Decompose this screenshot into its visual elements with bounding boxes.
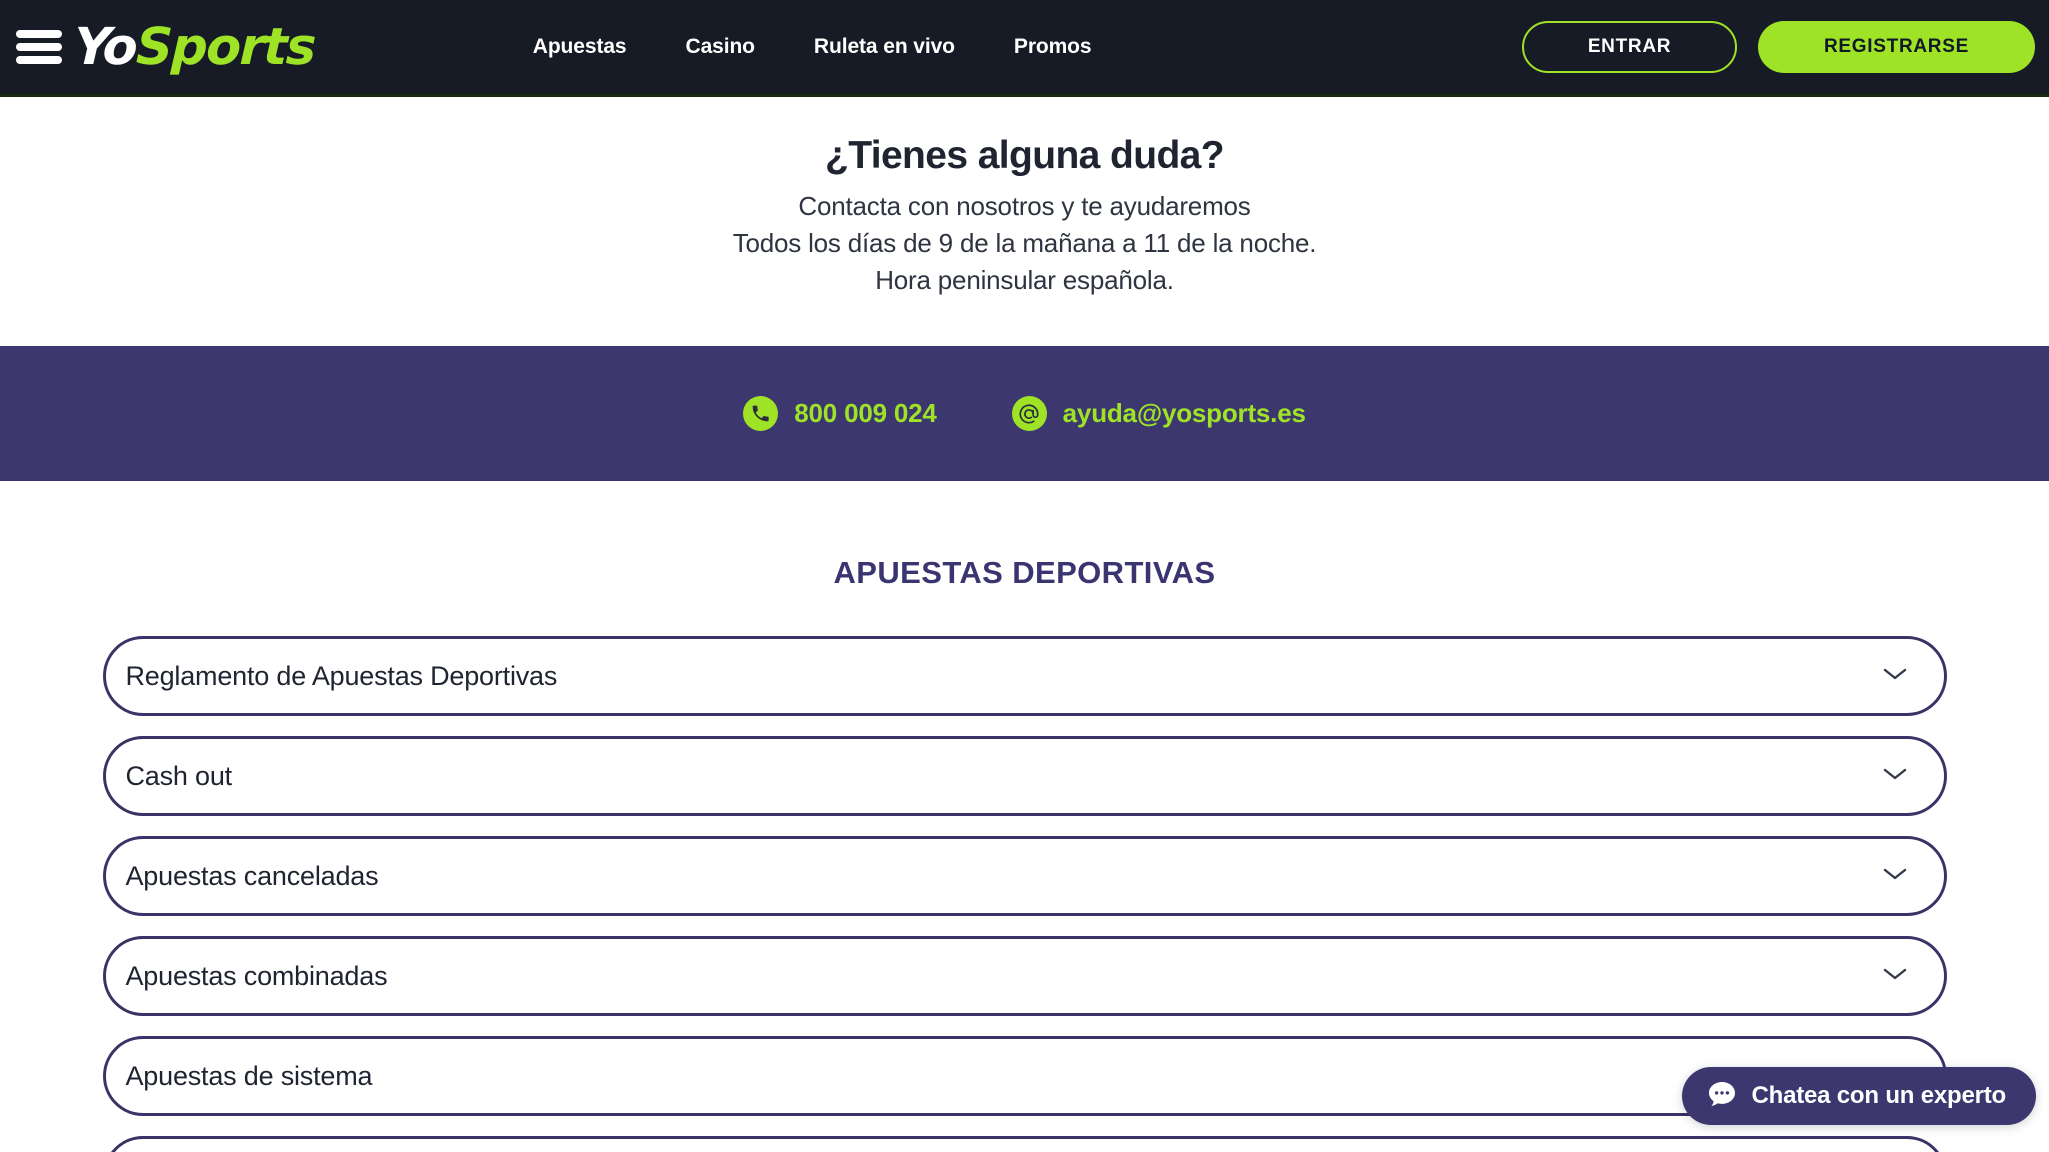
intro-line-3: Hora peninsular española. [875,265,1174,296]
contact-email[interactable]: ayuda@yosports.es [1011,396,1306,432]
logo-text-sports: Sports [135,17,316,77]
register-button[interactable]: REGISTRARSE [1758,21,2035,73]
faq-section-title: APUESTAS DEPORTIVAS [833,555,1216,591]
contact-bar: 800 009 024 ayuda@yosports.es [0,346,2049,482]
nav-item-apuestas[interactable]: Apuestas [533,35,627,59]
phone-icon [743,396,779,432]
chevron-down-icon[interactable] [1882,866,1908,887]
chevron-down-icon[interactable] [1882,666,1908,687]
faq-item-label: Cash out [125,760,233,791]
faq-item-label: Apuestas combinadas [125,960,388,991]
chat-bubble-icon [1708,1081,1736,1112]
chat-widget-label: Chatea con un experto [1751,1082,2006,1109]
contact-email-value: ayuda@yosports.es [1062,398,1306,429]
faq-item-reglamento-de-apuestas-deportivas[interactable]: Reglamento de Apuestas Deportivas [102,636,1947,717]
faq-item-partial-next[interactable] [102,1136,1947,1152]
chat-widget-button[interactable]: Chatea con un experto [1682,1067,2036,1125]
nav-item-casino[interactable]: Casino [686,35,756,59]
hamburger-bar-1 [16,30,62,38]
contact-phone[interactable]: 800 009 024 [743,396,937,432]
faq-item-apuestas-canceladas[interactable]: Apuestas canceladas [102,836,1947,917]
at-sign-icon [1011,396,1047,432]
hamburger-menu-icon[interactable] [16,30,62,64]
intro-line-1: Contacta con nosotros y te ayudaremos [798,190,1251,221]
intro-section: ¿Tienes alguna duda? Contacta con nosotr… [0,97,2049,300]
logo-text-yo: Yo [72,17,138,77]
faq-item-label: Apuestas canceladas [125,860,379,891]
faq-item-label: Apuestas de sistema [125,1060,373,1091]
faq-section: APUESTAS DEPORTIVAS Reglamento de Apuest… [0,481,2049,1152]
main-navigation: Apuestas Casino Ruleta en vivo Promos [533,35,1092,59]
page-title: ¿Tienes alguna duda? [824,134,1225,177]
contact-phone-value: 800 009 024 [794,398,937,429]
faq-accordion-list: Reglamento de Apuestas Deportivas Cash o… [102,636,1947,1152]
faq-item-cash-out[interactable]: Cash out [102,736,1947,817]
header-actions: ENTRAR REGISTRARSE [1522,21,2035,73]
intro-line-2: Todos los días de 9 de la mañana a 11 de… [732,228,1317,259]
hamburger-bar-3 [16,56,62,64]
nav-item-ruleta-en-vivo[interactable]: Ruleta en vivo [814,35,955,59]
chevron-down-icon[interactable] [1882,966,1908,987]
nav-item-promos[interactable]: Promos [1014,35,1092,59]
site-logo[interactable]: YoSports [73,18,316,77]
chevron-down-icon[interactable] [1882,766,1908,787]
faq-item-apuestas-de-sistema[interactable]: Apuestas de sistema [102,1036,1947,1117]
faq-item-apuestas-combinadas[interactable]: Apuestas combinadas [102,936,1947,1017]
faq-item-label: Reglamento de Apuestas Deportivas [125,660,558,691]
site-header: YoSports Apuestas Casino Ruleta en vivo … [0,0,2049,97]
login-button[interactable]: ENTRAR [1522,21,1737,73]
hamburger-bar-2 [16,43,62,51]
